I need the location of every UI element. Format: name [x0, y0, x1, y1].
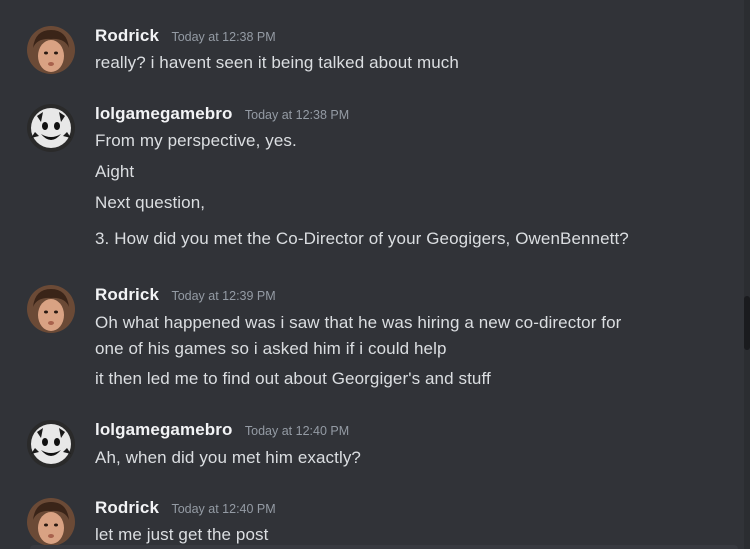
message-text: it then led me to find out about Georgig…	[95, 369, 491, 388]
username[interactable]: Rodrick	[95, 285, 159, 304]
username[interactable]: lolgamegamebro	[95, 420, 232, 439]
user-avatar-face-icon[interactable]	[27, 26, 75, 74]
message-text: one of his games so i asked him if i cou…	[95, 339, 447, 358]
message-header: Rodrick Today at 12:40 PM	[95, 498, 276, 522]
user-avatar-face-icon[interactable]	[27, 498, 75, 546]
user-avatar-face-icon[interactable]	[27, 285, 75, 333]
user-avatar-mask-icon[interactable]	[27, 420, 75, 468]
message-text: Oh what happened was i saw that he was h…	[95, 313, 622, 332]
message-input-edge[interactable]	[30, 545, 738, 549]
message-text: From my perspective, yes.	[95, 131, 297, 150]
timestamp: Today at 12:38 PM	[171, 30, 276, 44]
timestamp: Today at 12:38 PM	[244, 108, 350, 122]
message-header: Rodrick Today at 12:39 PM	[95, 285, 276, 309]
message-text: 3. How did you met the Co-Director of yo…	[95, 229, 629, 248]
scrollbar-thumb[interactable]	[744, 296, 750, 350]
username[interactable]: lolgamegamebro	[95, 104, 232, 123]
message-header: Rodrick Today at 12:38 PM	[95, 26, 276, 50]
scrollbar-track[interactable]	[744, 0, 750, 549]
message-text: Ah, when did you met him exactly?	[95, 448, 361, 467]
username[interactable]: Rodrick	[95, 26, 159, 45]
message-text: really? i havent seen it being talked ab…	[95, 53, 459, 72]
user-avatar-mask-icon[interactable]	[27, 104, 75, 152]
message-text: Aight	[95, 162, 135, 181]
timestamp: Today at 12:40 PM	[244, 424, 350, 438]
message-text: let me just get the post	[95, 525, 269, 544]
timestamp: Today at 12:40 PM	[171, 502, 276, 516]
message-header: lolgamegamebro Today at 12:38 PM	[95, 104, 349, 128]
timestamp: Today at 12:39 PM	[171, 289, 276, 303]
message-text: Next question,	[95, 193, 206, 212]
message-header: lolgamegamebro Today at 12:40 PM	[95, 420, 349, 444]
username[interactable]: Rodrick	[95, 498, 159, 517]
